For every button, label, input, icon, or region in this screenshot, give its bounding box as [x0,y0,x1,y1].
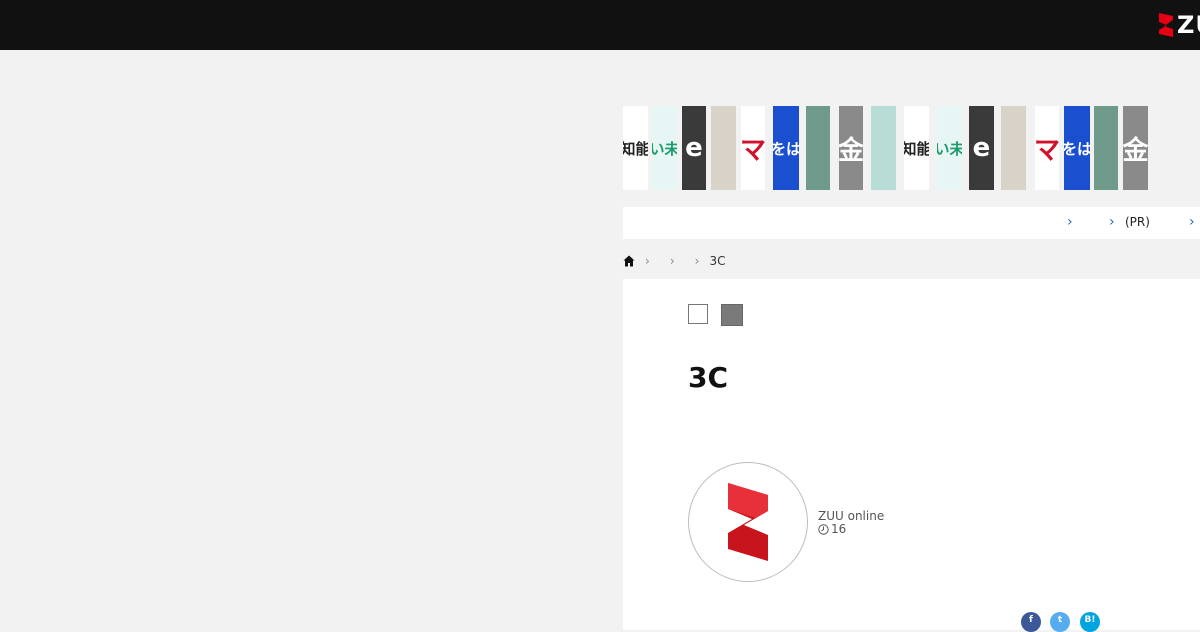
banner-tile[interactable]: い未 [937,106,962,190]
banner-tile-label: マ [741,135,765,166]
publish-time: 16 [818,522,846,536]
banner-tile-label: e [972,133,991,163]
banner-tile[interactable]: 金 [1123,106,1148,190]
article-panel: 3C ZUU online 16 f t B! [623,279,1200,632]
zuu-logo-icon [1159,13,1173,37]
category-tag-box[interactable] [688,304,708,324]
breadcrumb-separator: › [645,254,650,268]
banner-tile[interactable]: 知能 [623,106,648,190]
nav-chevron-icon[interactable]: › [1109,214,1115,230]
banner-tile[interactable]: 知能 [904,106,929,190]
hatena-share-button[interactable]: B! [1080,612,1100,632]
banner-tile[interactable]: e [969,106,994,190]
banner-tile-label: をは [773,139,799,158]
banner-tile[interactable] [1001,106,1026,190]
sub-navigation: › › (PR) › [623,207,1200,239]
facebook-share-button[interactable]: f [1021,612,1041,632]
banner-tile-label: 知能 [904,139,929,158]
banner-tile[interactable]: い未 [652,106,677,190]
banner-tile-label: 金 [839,135,863,166]
logo-text: ZU [1177,11,1200,39]
breadcrumb: › › › 3C [623,250,725,272]
category-tag-box[interactable] [721,304,743,326]
zuu-logo-icon [728,483,768,561]
banner-tile-label: 知能 [623,139,648,158]
banner-tile[interactable] [1094,106,1118,190]
home-icon[interactable] [623,255,635,267]
nav-chevron-icon[interactable]: › [1189,214,1195,230]
nav-pr-link[interactable]: (PR) [1125,215,1150,229]
banner-tile-label: い未 [652,139,677,158]
publish-time-value: 16 [831,522,847,536]
banner-tile[interactable]: マ [1035,106,1059,190]
banner-tile-label: マ [1035,135,1059,166]
breadcrumb-separator: › [669,254,675,268]
banner-tile[interactable] [806,106,830,190]
banner-tile-label: い未 [937,139,962,158]
banner-tile[interactable]: 金 [839,106,863,190]
article-title: 3C [688,361,729,394]
banner-tile-label: をは [1064,139,1090,158]
banner-tile[interactable]: をは [1064,106,1090,190]
banner-tile[interactable]: e [682,106,706,190]
hatena-icon: B! [1084,615,1096,625]
author-avatar[interactable] [688,462,808,582]
author-name[interactable]: ZUU online [818,509,884,523]
breadcrumb-current: 3C [709,254,726,268]
banner-tile[interactable]: マ [741,106,765,190]
banner-tile[interactable] [711,106,736,190]
banner-strip: 知能 い未 e マをは金知能 い未 e マをは金 [623,106,1200,190]
top-header: ZU [0,0,1200,50]
site-logo[interactable]: ZU [1158,10,1200,40]
banner-tile[interactable]: をは [773,106,799,190]
facebook-icon: f [1029,615,1033,625]
breadcrumb-separator: › [694,254,700,268]
twitter-icon: t [1057,615,1063,625]
banner-tile-label: e [685,133,703,163]
banner-tile[interactable] [871,106,896,190]
twitter-share-button[interactable]: t [1050,612,1070,632]
banner-tile-label: 金 [1123,135,1148,166]
nav-chevron-icon[interactable]: › [1067,214,1073,230]
clock-icon [818,523,829,535]
